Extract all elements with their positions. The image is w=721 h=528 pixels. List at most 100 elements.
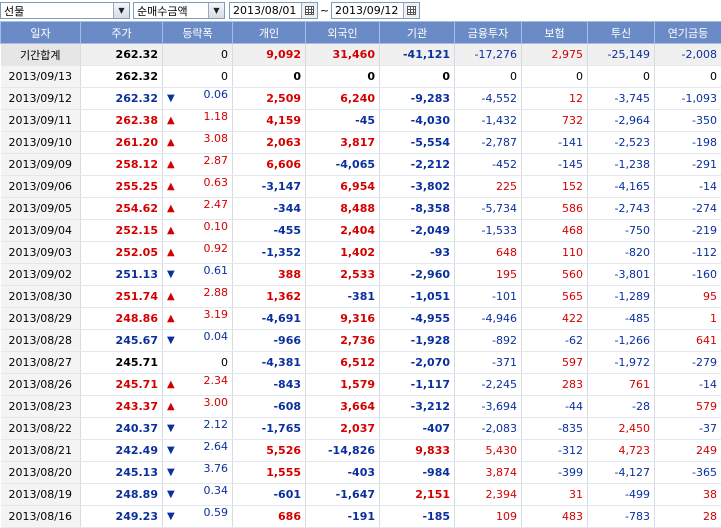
foreign-cell: 2,037 [306,418,380,440]
table-row[interactable]: 2013/08/26245.71▲2.34-8431,579-1,117-2,2… [1,374,721,396]
individual-cell: -608 [233,396,306,418]
table-row[interactable]: 2013/09/12262.32▼0.062,5096,240-9,283-4,… [1,88,721,110]
column-header[interactable]: 연기금등 [655,22,721,44]
fin-invest-cell: 195 [455,264,522,286]
column-header[interactable]: 보험 [522,22,588,44]
calendar-icon[interactable] [301,3,317,18]
price-cell: 251.74 [81,286,163,308]
pension-cell: 641 [655,330,721,352]
price-cell: 245.67 [81,330,163,352]
fin-invest-cell: 225 [455,176,522,198]
table-row[interactable]: 2013/08/21242.49▼2.645,526-14,8269,8335,… [1,440,721,462]
trust-cell: -485 [588,308,655,330]
table-row[interactable]: 2013/08/22240.37▼2.12-1,7652,037-407-2,0… [1,418,721,440]
institution-cell: -2,049 [380,220,455,242]
column-header[interactable]: 개인 [233,22,306,44]
date-cell: 2013/09/06 [1,176,81,198]
table-row[interactable]: 2013/09/10261.20▲3.082,0633,817-5,554-2,… [1,132,721,154]
table-row[interactable]: 2013/09/09258.12▲2.876,606-4,065-2,212-4… [1,154,721,176]
pension-cell: -350 [655,110,721,132]
trust-cell: -1,266 [588,330,655,352]
change-value: 0 [221,356,228,369]
individual-cell: 9,092 [233,44,306,66]
individual-cell: -4,691 [233,308,306,330]
table-row[interactable]: 2013/08/27245.710-4,3816,512-2,070-37159… [1,352,721,374]
column-header[interactable]: 기관 [380,22,455,44]
table-row[interactable]: 2013/09/04252.15▲0.10-4552,404-2,049-1,5… [1,220,721,242]
table-row[interactable]: 2013/08/19248.89▼0.34-601-1,6472,1512,39… [1,484,721,506]
column-header[interactable]: 금융투자 [455,22,522,44]
foreign-cell: -191 [306,506,380,528]
calendar-icon[interactable] [403,3,419,18]
table-row[interactable]: 2013/09/06255.25▲0.63-3,1476,954-3,80222… [1,176,721,198]
fin-invest-cell: -371 [455,352,522,374]
foreign-cell: 6,240 [306,88,380,110]
change-value: 2.34 [204,374,229,387]
date-cell: 2013/08/23 [1,396,81,418]
change-value: 2.64 [204,440,229,453]
institution-cell: 2,151 [380,484,455,506]
date-to-field[interactable]: 2013/09/12 [331,2,420,19]
table-row[interactable]: 2013/09/05254.62▲2.47-3448,488-8,358-5,7… [1,198,721,220]
pension-cell: 579 [655,396,721,418]
trust-cell: -25,149 [588,44,655,66]
triangle-up-icon: ▲ [167,242,175,263]
foreign-cell: 2,404 [306,220,380,242]
triangle-up-icon: ▲ [167,374,175,395]
trust-cell: -1,289 [588,286,655,308]
institution-cell: -1,117 [380,374,455,396]
price-cell: 242.49 [81,440,163,462]
institution-cell: -93 [380,242,455,264]
change-cell: ▲0.92 [163,242,233,264]
table-row[interactable]: 2013/08/30251.74▲2.881,362-381-1,051-101… [1,286,721,308]
change-cell: ▼ 0.04 [163,330,233,352]
market-select[interactable]: 선물 ▼ [0,2,130,19]
change-value: 0.04 [204,330,229,343]
fin-invest-cell: -2,787 [455,132,522,154]
table-row[interactable]: 2013/09/02251.13▼0.613882,533-2,96019556… [1,264,721,286]
price-cell: 262.32 [81,66,163,88]
table-row[interactable]: 2013/08/29248.86▲3.19-4,6919,316-4,955-4… [1,308,721,330]
summary-row[interactable]: 기간합계262.3209,09231,460-41,121-17,2762,97… [1,44,721,66]
change-value: 3.08 [204,132,229,145]
column-header[interactable]: 외국인 [306,22,380,44]
table-row[interactable]: 2013/09/03252.05▲0.92-1,3521,402-9364811… [1,242,721,264]
table-row[interactable]: 2013/09/13262.3200000000 [1,66,721,88]
date-cell: 2013/09/02 [1,264,81,286]
insurance-cell: -312 [522,440,588,462]
column-header[interactable]: 등락폭 [163,22,233,44]
column-header[interactable]: 일자 [1,22,81,44]
table-row[interactable]: 2013/08/23243.37▲3.00-6083,664-3,212-3,6… [1,396,721,418]
date-from-field[interactable]: 2013/08/01 [229,2,318,19]
date-cell: 2013/08/22 [1,418,81,440]
triangle-up-icon: ▲ [167,176,175,197]
fin-invest-cell: 2,394 [455,484,522,506]
fin-invest-cell: 5,430 [455,440,522,462]
table-row[interactable]: 2013/08/16249.23▼0.59686-191-185109483-7… [1,506,721,528]
foreign-cell: -4,065 [306,154,380,176]
triangle-up-icon: ▲ [167,220,175,241]
column-header[interactable]: 투신 [588,22,655,44]
trust-cell: -3,745 [588,88,655,110]
change-value: 3.76 [204,462,229,475]
triangle-up-icon: ▲ [167,286,175,307]
insurance-cell: -145 [522,154,588,176]
triangle-down-icon: ▼ [167,418,175,439]
individual-cell: -601 [233,484,306,506]
insurance-cell: -141 [522,132,588,154]
table-row[interactable]: 2013/08/28245.67▼0.04-9662,736-1,928-892… [1,330,721,352]
price-cell: 255.25 [81,176,163,198]
triangle-up-icon: ▲ [167,198,175,219]
trust-cell: -783 [588,506,655,528]
date-cell: 2013/09/03 [1,242,81,264]
column-header[interactable]: 주가 [81,22,163,44]
chevron-down-icon[interactable]: ▼ [208,3,224,18]
market-select-value: 선물 [1,3,113,19]
type-select[interactable]: 순매수금액 ▼ [133,2,225,19]
price-cell: 251.13 [81,264,163,286]
table-row[interactable]: 2013/09/11262.38▲1.184,159-45-4,030-1,43… [1,110,721,132]
triangle-down-icon: ▼ [167,330,175,351]
table-row[interactable]: 2013/08/20245.13▼3.761,555-403-9843,874-… [1,462,721,484]
trust-cell: 761 [588,374,655,396]
chevron-down-icon[interactable]: ▼ [113,3,129,18]
